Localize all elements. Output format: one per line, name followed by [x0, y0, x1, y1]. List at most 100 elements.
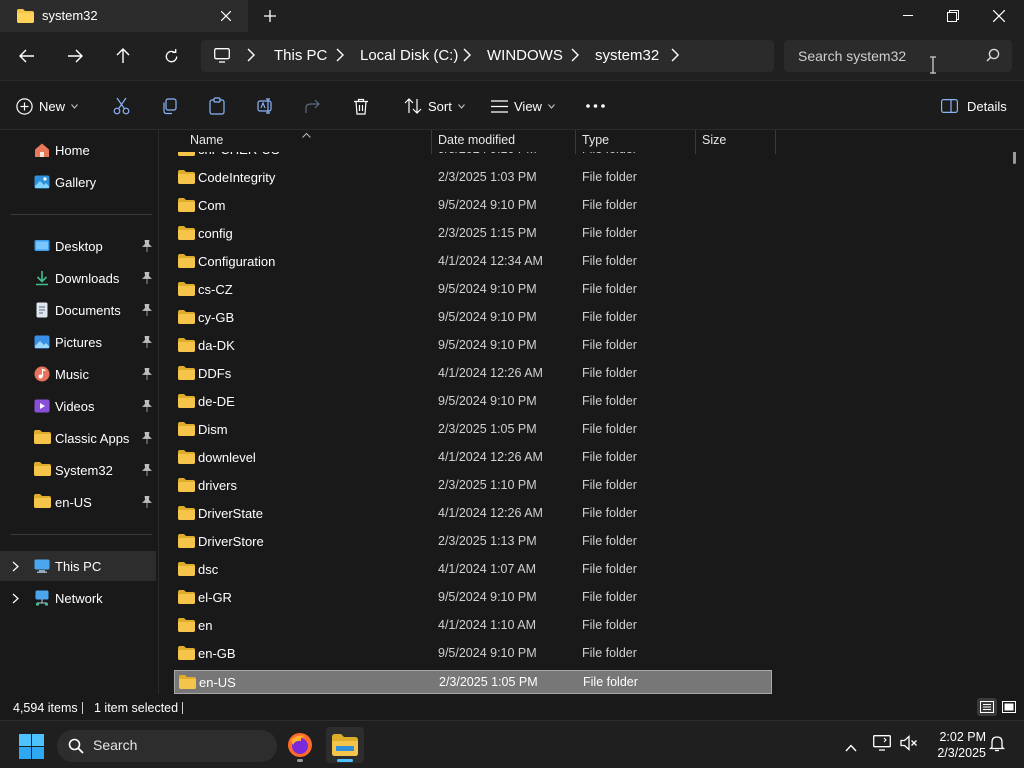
list-item-selected[interactable]: en-US 2/3/2025 1:05 PM File folder — [174, 670, 772, 694]
minimize-button[interactable] — [885, 0, 931, 32]
pane-splitter[interactable] — [158, 130, 159, 694]
close-window-button[interactable] — [976, 0, 1022, 32]
list-item[interactable]: en 4/1/2024 1:10 AM File folder — [174, 614, 772, 638]
back-button[interactable] — [11, 40, 43, 72]
column-date-modified[interactable]: Date modified — [438, 133, 515, 147]
refresh-button[interactable] — [155, 40, 187, 72]
taskbar-file-explorer[interactable] — [326, 727, 364, 763]
chevron-right-icon[interactable] — [12, 560, 19, 575]
taskbar-search[interactable]: Search — [57, 730, 277, 762]
new-button[interactable]: New — [16, 91, 78, 121]
chevron-right-icon[interactable] — [671, 48, 685, 64]
sidebar-item-en-us[interactable]: en-US — [0, 487, 156, 517]
pin-icon[interactable] — [142, 431, 152, 444]
pin-icon[interactable] — [142, 239, 152, 252]
pin-icon[interactable] — [142, 367, 152, 380]
new-tab-button[interactable] — [258, 5, 282, 27]
sidebar-item-label: en-US — [55, 495, 92, 510]
status-bar: 4,594 items 1 item selected — [0, 694, 1024, 720]
delete-button[interactable] — [353, 91, 369, 121]
sidebar-item-classic-apps[interactable]: Classic Apps — [0, 423, 156, 453]
list-item[interactable]: en-GB 9/5/2024 9:10 PM File folder — [174, 642, 772, 666]
list-item[interactable]: dsc 4/1/2024 1:07 AM File folder — [174, 558, 772, 582]
pin-icon[interactable] — [142, 335, 152, 348]
sidebar-item-system32[interactable]: System32 — [0, 455, 156, 485]
column-header: Name Date modified Type Size — [162, 130, 1024, 154]
sidebar-item-pictures[interactable]: Pictures — [0, 327, 156, 357]
sidebar-item-music[interactable]: Music — [0, 359, 156, 389]
tab-system32[interactable]: system32 — [0, 0, 248, 32]
sort-button[interactable]: Sort — [404, 91, 465, 121]
column-type[interactable]: Type — [582, 133, 609, 147]
folder-icon — [178, 170, 195, 187]
list-item[interactable]: drivers 2/3/2025 1:10 PM File folder — [174, 474, 772, 498]
column-name[interactable]: Name — [190, 133, 223, 147]
more-options-button[interactable] — [586, 91, 605, 121]
paste-button[interactable] — [209, 91, 225, 121]
sidebar-item-this-pc[interactable]: This PC — [0, 551, 156, 581]
rename-button[interactable] — [257, 91, 275, 121]
list-item[interactable]: de-DE 9/5/2024 9:10 PM File folder — [174, 390, 772, 414]
list-item[interactable]: cs-CZ 9/5/2024 9:10 PM File folder — [174, 278, 772, 302]
list-item[interactable]: CodeIntegrity 2/3/2025 1:03 PM File folder — [174, 166, 772, 190]
copy-button[interactable] — [161, 91, 178, 121]
breadcrumb-system32[interactable]: system32 — [595, 40, 659, 72]
network-status-icon[interactable] — [873, 735, 891, 754]
chevron-up-icon[interactable] — [845, 740, 857, 755]
sidebar-item-videos[interactable]: Videos — [0, 391, 156, 421]
file-date: 9/5/2024 9:10 PM — [438, 338, 537, 352]
forward-button[interactable] — [59, 40, 91, 72]
pin-icon[interactable] — [142, 463, 152, 476]
address-bar[interactable]: This PC Local Disk (C:) WINDOWS system32 — [201, 40, 774, 72]
list-item[interactable]: Configuration 4/1/2024 12:34 AM File folde… — [174, 250, 772, 274]
list-item[interactable]: config 2/3/2025 1:15 PM File folder — [174, 222, 772, 246]
column-divider[interactable] — [695, 130, 696, 154]
list-item[interactable]: Com 9/5/2024 9:10 PM File folder — [174, 194, 772, 218]
tiles-view-button[interactable] — [999, 698, 1019, 716]
sidebar-item-documents[interactable]: Documents — [0, 295, 156, 325]
list-item[interactable]: downlevel 4/1/2024 12:26 AM File folder — [174, 446, 772, 470]
list-item[interactable]: DriverStore 2/3/2025 1:13 PM File folder — [174, 530, 772, 554]
pin-icon[interactable] — [142, 303, 152, 316]
breadcrumb-windows[interactable]: WINDOWS — [487, 40, 563, 72]
column-size[interactable]: Size — [702, 133, 726, 147]
taskbar-firefox[interactable] — [281, 727, 319, 763]
documents-icon — [34, 302, 50, 318]
column-divider[interactable] — [775, 130, 776, 154]
column-divider[interactable] — [431, 130, 432, 154]
notification-bell-icon[interactable] — [988, 735, 1006, 755]
list-item[interactable]: DDFs 4/1/2024 12:26 AM File folder — [174, 362, 772, 386]
sidebar-item-home[interactable]: Home — [0, 135, 156, 165]
list-item[interactable]: DriverState 4/1/2024 12:26 AM File folder — [174, 502, 772, 526]
column-divider[interactable] — [575, 130, 576, 154]
up-button[interactable] — [107, 40, 139, 72]
details-pane-button[interactable]: Details — [941, 91, 1007, 121]
share-button[interactable] — [305, 91, 322, 121]
cut-button[interactable] — [113, 91, 130, 121]
breadcrumb-this-pc[interactable]: This PC — [274, 40, 327, 72]
details-view-button[interactable] — [977, 698, 997, 716]
chevron-right-icon[interactable] — [12, 592, 19, 607]
pin-icon[interactable] — [142, 399, 152, 412]
list-item[interactable]: da-DK 9/5/2024 9:10 PM File folder — [174, 334, 772, 358]
file-date: 4/1/2024 1:07 AM — [438, 562, 536, 576]
file-date: 2/3/2025 1:05 PM — [438, 422, 537, 436]
pin-icon[interactable] — [142, 271, 152, 284]
windows-start-button[interactable] — [19, 734, 44, 762]
list-item[interactable]: cy-GB 9/5/2024 9:10 PM File folder — [174, 306, 772, 330]
breadcrumb-local-disk[interactable]: Local Disk (C:) — [360, 40, 458, 72]
sidebar-item-network[interactable]: Network — [0, 583, 156, 613]
sidebar-item-downloads[interactable]: Downloads — [0, 263, 156, 293]
volume-muted-icon[interactable] — [900, 735, 918, 754]
close-tab-button[interactable] — [214, 5, 238, 27]
sidebar-item-label: Gallery — [55, 175, 97, 190]
list-item[interactable]: el-GR 9/5/2024 9:10 PM File folder — [174, 586, 772, 610]
maximize-button[interactable] — [930, 0, 976, 32]
view-button[interactable]: View — [491, 91, 555, 121]
sidebar-item-gallery[interactable]: Gallery — [0, 167, 156, 197]
list-item[interactable]: Dism 2/3/2025 1:05 PM File folder — [174, 418, 772, 442]
search-box[interactable]: Search system32 — [784, 40, 1012, 72]
sidebar-item-desktop[interactable]: Desktop — [0, 231, 156, 261]
system-clock[interactable]: 2:02 PM 2/3/2025 — [926, 729, 986, 761]
pin-icon[interactable] — [142, 495, 152, 508]
